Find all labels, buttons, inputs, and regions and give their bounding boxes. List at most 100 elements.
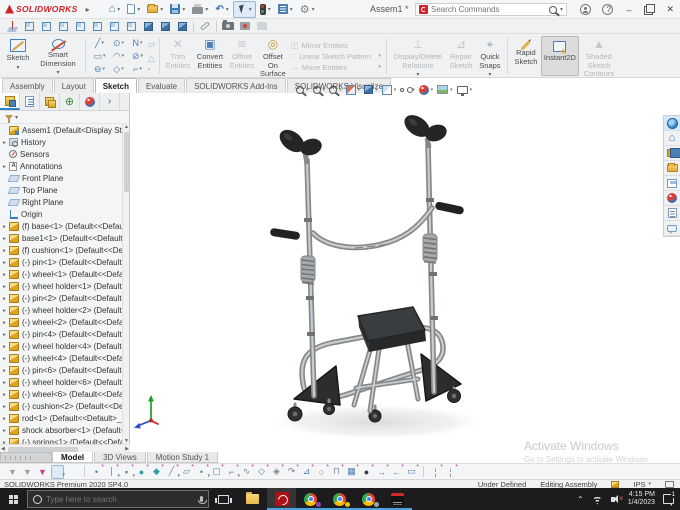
microphone-icon[interactable]: [198, 496, 207, 504]
expand-arrow-icon[interactable]: ▸: [0, 283, 9, 290]
front-view-button[interactable]: [23, 20, 35, 33]
select-tool-button[interactable]: [51, 464, 65, 479]
spline-tool-button[interactable]: N ▾: [128, 37, 147, 50]
pin-left-tool-button[interactable]: ←: [390, 464, 404, 479]
scrollbar-thumb[interactable]: [8, 446, 78, 452]
edit-appearance-button[interactable]: ▾: [418, 84, 433, 95]
mirror-entities-button[interactable]: ◫ Mirror Entities: [291, 41, 381, 50]
zoom-to-area-button[interactable]: ▾: [312, 85, 325, 94]
evaluate-tool-button[interactable]: ⊿: [300, 464, 314, 479]
propertymanager-tab[interactable]: [20, 93, 40, 110]
dark-app[interactable]: [383, 488, 412, 510]
save-button[interactable]: ▾: [167, 1, 188, 18]
line-tool-button[interactable]: ╱ ▾: [90, 37, 109, 50]
tree-item-origin[interactable]: ▸ Origin: [0, 208, 123, 220]
tray-expand-icon[interactable]: ⌃: [577, 495, 584, 504]
tree-item-base1-1[interactable]: ▸ base1<1> (Default<<Default>: [0, 232, 123, 244]
expand-arrow-icon[interactable]: ▸: [0, 355, 9, 362]
new-document-button[interactable]: ▾: [124, 1, 143, 18]
displaymanager-tab[interactable]: [80, 93, 100, 110]
expand-arrow-icon[interactable]: ▸: [0, 163, 9, 170]
solidworks-resources-tab[interactable]: [664, 116, 680, 131]
expand-arrow-icon[interactable]: ▸: [0, 247, 9, 254]
tree-item-cushion-2[interactable]: ▸ (-) cushion<2> (Default<<Def: [0, 400, 123, 412]
tree-item-spring-1[interactable]: ▸ (-) spring<1> (Default<<Defa: [0, 436, 123, 444]
trim-entities-button[interactable]: ✕ Trim Entities: [163, 36, 193, 76]
undo-button[interactable]: ▾: [212, 1, 231, 18]
tab-assembly[interactable]: Assembly: [2, 78, 53, 93]
bottom-view-button[interactable]: [108, 20, 120, 33]
panel-expand-tab[interactable]: [100, 93, 120, 110]
back-view-button[interactable]: [40, 20, 52, 33]
action-center-icon[interactable]: 1: [663, 492, 676, 506]
filter-vertices-button[interactable]: ▼: [21, 465, 34, 479]
tree-vertical-scrollbar[interactable]: ▲ ▼: [122, 124, 129, 444]
tree-item-wheel-2[interactable]: ▸ (-) wheel<2> (Default<<Defau: [0, 316, 123, 328]
view-orientation-button[interactable]: ▾: [364, 85, 378, 94]
chrome-app-2[interactable]: [325, 488, 354, 510]
filter-dropdown-icon[interactable]: ▾: [15, 114, 18, 121]
link-views-button[interactable]: [199, 20, 211, 33]
tab-sketch[interactable]: Sketch: [94, 78, 137, 93]
tree-item-history[interactable]: ▸ History: [0, 136, 123, 148]
rounded-rectangle-tool-button[interactable]: ▢: [210, 464, 224, 479]
snapshot-button[interactable]: [256, 20, 268, 33]
expand-arrow-icon[interactable]: ▸: [0, 271, 9, 278]
clamp-tool-button[interactable]: ⊓: [330, 464, 344, 479]
expand-arrow-icon[interactable]: ▸: [0, 367, 9, 374]
scrollbar-thumb[interactable]: [124, 132, 129, 192]
filter-icon[interactable]: [5, 114, 13, 123]
expand-arrow-icon[interactable]: ▸: [0, 307, 9, 314]
tree-item-wheel-6[interactable]: ▸ (-) wheel<6> (Default<<Defau: [0, 388, 123, 400]
solidworks-app[interactable]: [267, 488, 296, 510]
network-icon[interactable]: [591, 493, 603, 505]
shaded-sketch-contours-button[interactable]: ▲ Shaded Sketch Contours: [579, 36, 619, 78]
fillet-tool-button[interactable]: ⌐ ▾: [128, 63, 147, 76]
quick-snaps-button[interactable]: ⌖ Quick Snaps ▾: [476, 36, 504, 79]
chrome-app-3[interactable]: [354, 488, 383, 510]
taskbar-search-box[interactable]: [27, 490, 209, 508]
sketch-picture-icon[interactable]: ▪: [148, 67, 155, 73]
tree-horizontal-scrollbar[interactable]: ◀ ▶: [0, 444, 130, 452]
task-view-button[interactable]: [209, 488, 238, 510]
appearances-tab[interactable]: [664, 191, 680, 206]
tree-root-assem1[interactable]: ▸ Assem1 (Default<Display State-1>: [0, 124, 123, 136]
3d-views-tab[interactable]: 3D Views: [94, 452, 146, 463]
ellipse-tool-button[interactable]: ⊘ ▾: [128, 50, 147, 63]
surface-tool-button[interactable]: ◈: [270, 464, 284, 479]
expand-arrow-icon[interactable]: ▸: [0, 427, 9, 434]
line-tool-button[interactable]: ∣: [105, 464, 120, 479]
isometric-solid-view-button[interactable]: [142, 20, 154, 33]
left-view-button[interactable]: [57, 20, 69, 33]
performance-evaluation-button[interactable]: ▾: [257, 1, 274, 18]
rectangle-tool-button[interactable]: ▭ ▾: [90, 50, 109, 63]
home-button[interactable]: ▾: [106, 1, 124, 18]
open-button[interactable]: ▾: [144, 1, 166, 18]
rectangle-tool-button[interactable]: ▪: [120, 464, 135, 479]
tree-item-sensors[interactable]: ▸ Sensors: [0, 148, 123, 160]
selection-filter-button[interactable]: ▼: [6, 465, 19, 479]
graphics-area[interactable]: [130, 93, 680, 452]
tree-item-wheel-holder-1[interactable]: ▸ (-) wheel holder<1> (Default<: [0, 280, 123, 292]
expand-arrow-icon[interactable]: ▸: [0, 415, 9, 422]
expand-arrow-icon[interactable]: ▸: [0, 295, 9, 302]
offset-entities-button[interactable]: ≋ Offset Entities: [227, 36, 257, 76]
top-view-button[interactable]: [91, 20, 103, 33]
circle-tool-button[interactable]: ⊙ ▾: [109, 37, 128, 50]
linear-sketch-pattern-button[interactable]: ∷ Linear Sketch Pattern ▾: [291, 52, 381, 61]
configurationmanager-tab[interactable]: [40, 93, 60, 110]
featuremanager-tab[interactable]: [0, 93, 20, 110]
corner-rectangle-tool-button[interactable]: ⌐: [225, 464, 240, 479]
taskpane-home-tab[interactable]: [664, 131, 680, 146]
tree-item-rod-1[interactable]: ▸ rod<1> (Default<<Default>_D: [0, 412, 123, 424]
offset-on-surface-button[interactable]: ◎ Offset On Surface: [257, 36, 289, 78]
smart-dimension-button[interactable]: Smart Dimension ▾: [34, 36, 82, 76]
camera-view-button[interactable]: [222, 20, 234, 33]
3d-sketch-plane-icon[interactable]: ▱: [148, 39, 155, 50]
login-user-icon[interactable]: [580, 4, 592, 15]
display-style-button[interactable]: ▾: [381, 84, 396, 95]
expand-arrow-icon[interactable]: ▸: [0, 235, 9, 242]
help-icon[interactable]: [602, 4, 614, 15]
tab-solidworks-add-ins[interactable]: SOLIDWORKS Add-Ins: [186, 78, 286, 93]
expand-arrow-icon[interactable]: ▸: [0, 331, 9, 338]
